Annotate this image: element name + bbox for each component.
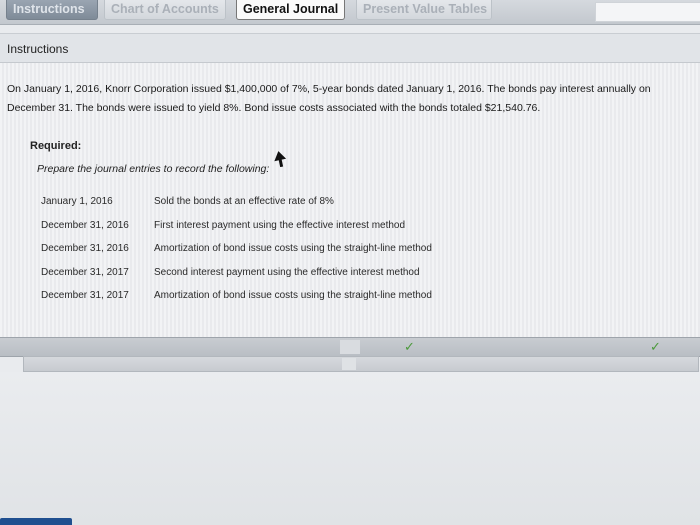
instructions-panel: Instructions On January 1, 2016, Knorr C… bbox=[0, 33, 700, 354]
entry-description: Second interest payment using the effect… bbox=[154, 266, 420, 278]
instructions-header: Instructions bbox=[0, 34, 700, 63]
entry-date: December 31, 2016 bbox=[41, 243, 129, 254]
entry-description: Amortization of bond issue costs using t… bbox=[154, 290, 432, 301]
check-icon: ✓ bbox=[650, 339, 661, 354]
tab-bar-filler bbox=[595, 2, 700, 22]
scrollbar-thumb[interactable] bbox=[342, 358, 356, 370]
mouse-cursor-icon bbox=[274, 151, 286, 167]
entry-description: First interest payment using the effecti… bbox=[154, 219, 406, 231]
entry-date: December 31, 2017 bbox=[41, 290, 129, 301]
tab-present-value-tables[interactable]: Present Value Tables bbox=[356, 0, 492, 20]
horizontal-scrollbar[interactable] bbox=[23, 356, 699, 372]
instructions-title: Instructions bbox=[7, 42, 69, 56]
tab-instructions[interactable]: Instructions bbox=[6, 0, 98, 20]
required-label: Required: bbox=[30, 140, 82, 152]
work-area bbox=[0, 372, 700, 525]
tab-chart-of-accounts[interactable]: Chart of Accounts bbox=[104, 0, 226, 20]
required-text: Prepare the journal entries to record th… bbox=[37, 163, 270, 175]
entry-date: January 1, 2016 bbox=[41, 196, 113, 207]
check-icon: ✓ bbox=[404, 339, 415, 354]
entry-date: December 31, 2017 bbox=[41, 266, 129, 278]
action-button[interactable] bbox=[0, 518, 72, 525]
tab-bar: Instructions Chart of Accounts General J… bbox=[0, 0, 700, 25]
entry-description: Amortization of bond issue costs using t… bbox=[154, 243, 432, 254]
resize-handle[interactable] bbox=[340, 340, 360, 354]
entry-description: Sold the bonds at an effective rate of 8… bbox=[154, 196, 334, 207]
panel-resize-bar[interactable]: ✓ ✓ bbox=[0, 337, 700, 357]
problem-statement: On January 1, 2016, Knorr Corporation is… bbox=[7, 83, 651, 114]
entry-date: December 31, 2016 bbox=[41, 219, 129, 231]
tab-general-journal[interactable]: General Journal bbox=[236, 0, 345, 20]
